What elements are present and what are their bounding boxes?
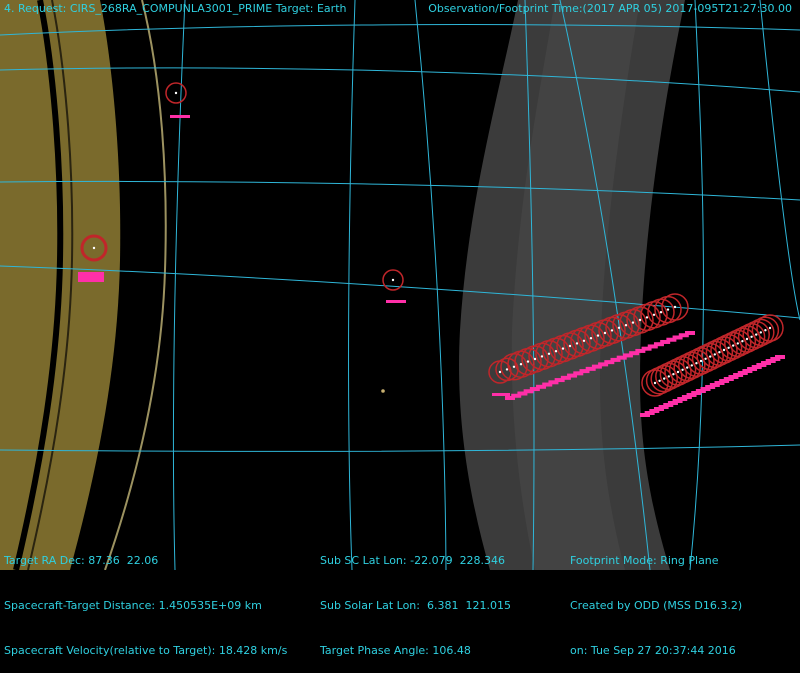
footprint-center-dot (561, 347, 565, 350)
footprint-center-dot (568, 344, 572, 348)
info-column-target: Target RA Dec: 87.36 22.06 Spacecraft-Ta… (4, 523, 287, 673)
footprint-center-dot (666, 308, 670, 311)
footprint-center-dot (610, 329, 614, 332)
footprint-center-dot (659, 311, 663, 314)
ring-plane-view (0, 0, 800, 570)
footprint-center-dot (658, 379, 661, 382)
footprint-center-dot (759, 331, 762, 334)
target-point (381, 389, 385, 393)
footprint-center-dot (540, 355, 544, 358)
request-title: 4. Request: CIRS_268RA_COMPUNLA3001_PRIM… (4, 2, 347, 15)
footprint-projection (386, 300, 406, 303)
footprint-center-dot (603, 331, 607, 335)
spacecraft-velocity: Spacecraft Velocity(relative to Target):… (4, 644, 288, 657)
target-phase-angle: Target Phase Angle: 106.48 (320, 644, 471, 657)
info-column-footprint: Footprint Mode: Ring Plane Created by OD… (570, 523, 742, 673)
footprint-center-dot (519, 363, 523, 366)
footprint-center-dot (582, 339, 586, 342)
footprint-center-dot (554, 350, 558, 353)
target-ra-dec: Target RA Dec: 87.36 22.06 (4, 554, 159, 567)
footprint-center-dot (547, 352, 551, 355)
footprint-center-dot (672, 373, 675, 376)
sub-solar-lat-lon: Sub Solar Lat Lon: 6.381 121.015 (320, 599, 511, 612)
footprint-center-dot (699, 359, 703, 363)
footprint-center-dot (673, 305, 677, 309)
footprint-center-dot (727, 346, 730, 349)
footprint-projection (78, 272, 104, 282)
footprint-center-dot (575, 342, 579, 345)
footprint-center-dot (736, 342, 739, 345)
space-background (0, 0, 800, 570)
footprint-center-dot (174, 91, 178, 95)
footprint-center-dot (732, 344, 735, 347)
footprint-center-dot (709, 355, 712, 358)
footprint-center-dot (663, 377, 666, 380)
footprint-center-dot (686, 366, 689, 369)
footprint-center-dot (589, 337, 593, 340)
footprint-center-dot (713, 353, 716, 356)
footprint-center-dot (391, 278, 395, 282)
footprint-center-dot (533, 357, 537, 361)
footprint-center-dot (512, 365, 516, 368)
info-column-subpoints: Sub SC Lat Lon: -22.079 228.346 Sub Sola… (320, 523, 511, 673)
footprint-center-dot (768, 326, 772, 330)
created-by: Created by ODD (MSS D16.3.2) (570, 599, 743, 612)
footprint-center-dot (681, 368, 684, 371)
footprint-center-dot (505, 368, 509, 371)
footprint-center-dot (750, 335, 753, 338)
footprint-center-dot (695, 362, 698, 365)
footprint-center-dot (741, 340, 744, 343)
footprint-center-dot (526, 360, 530, 363)
footprint-mode: Footprint Mode: Ring Plane (570, 554, 719, 567)
spacecraft-distance: Spacecraft-Target Distance: 1.450535E+09… (4, 599, 262, 612)
footprint-center-dot (498, 370, 502, 374)
created-on: on: Tue Sep 27 20:37:44 2016 (570, 644, 736, 657)
footprint-center-dot (722, 348, 726, 352)
footprint-projection (492, 393, 510, 396)
footprint-center-dot (764, 329, 767, 332)
footprint-center-dot (652, 313, 656, 316)
footprint-center-dot (596, 334, 600, 337)
footprint-center-dot (638, 318, 642, 322)
footprint-projection (775, 355, 785, 359)
footprint-center-dot (653, 381, 657, 385)
footprint-projection (170, 115, 190, 118)
footprint-projection (685, 331, 695, 335)
footprint-center-dot (676, 370, 680, 374)
footprint-center-dot (624, 324, 628, 327)
footprint-center-dot (667, 375, 670, 378)
footprint-center-dot (645, 316, 649, 319)
footprint-center-dot (631, 321, 635, 324)
footprint-center-dot (755, 333, 758, 336)
footprint-center-dot (704, 357, 707, 360)
footprint-center-dot (690, 364, 693, 367)
footprint-center-dot (718, 351, 721, 354)
footprint-center-dot (92, 246, 96, 250)
sub-sc-lat-lon: Sub SC Lat Lon: -22.079 228.346 (320, 554, 506, 567)
observation-time: Observation/Footprint Time:(2017 APR 05)… (428, 2, 792, 15)
footprint-center-dot (745, 337, 749, 341)
footprint-center-dot (617, 326, 621, 329)
